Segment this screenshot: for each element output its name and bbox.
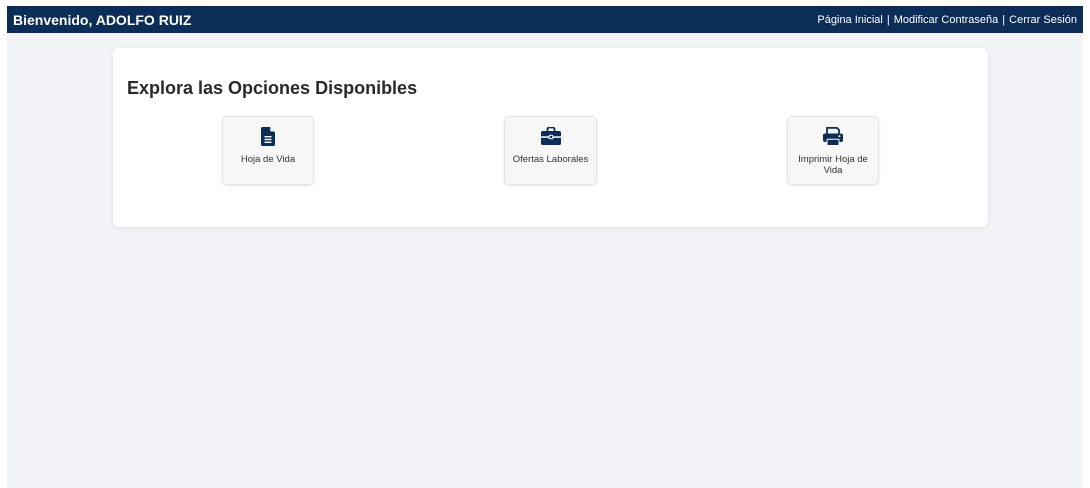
option-label: Hoja de Vida <box>240 154 296 165</box>
app-frame: Bienvenido, ADOLFO RUIZ Página Inicial |… <box>7 6 1083 488</box>
briefcase-icon <box>540 126 561 146</box>
welcome-message: Bienvenido, ADOLFO RUIZ <box>13 11 192 28</box>
top-bar: Bienvenido, ADOLFO RUIZ Página Inicial |… <box>7 6 1083 33</box>
nav-link-logout[interactable]: Cerrar Sesión <box>1009 14 1077 26</box>
top-nav: Página Inicial | Modificar Contraseña | … <box>817 14 1077 26</box>
nav-link-home[interactable]: Página Inicial <box>817 14 882 26</box>
option-ofertas-laborales[interactable]: Ofertas Laborales <box>504 116 597 185</box>
printer-icon <box>823 126 843 146</box>
page-title: Explora las Opciones Disponibles <box>127 78 418 98</box>
nav-separator: | <box>886 13 890 26</box>
option-label: Ofertas Laborales <box>512 154 589 165</box>
option-label: Imprimir Hoja de Vida <box>798 154 868 176</box>
nav-separator: | <box>1002 13 1006 26</box>
option-hoja-de-vida[interactable]: Hoja de Vida <box>222 116 314 185</box>
nav-link-change-password[interactable]: Modificar Contraseña <box>894 14 999 26</box>
option-imprimir-hoja-de-vida[interactable]: Imprimir Hoja de Vida <box>787 116 879 185</box>
file-document-icon <box>261 126 275 146</box>
options-card: Explora las Opciones Disponibles Hoja de… <box>113 48 988 227</box>
